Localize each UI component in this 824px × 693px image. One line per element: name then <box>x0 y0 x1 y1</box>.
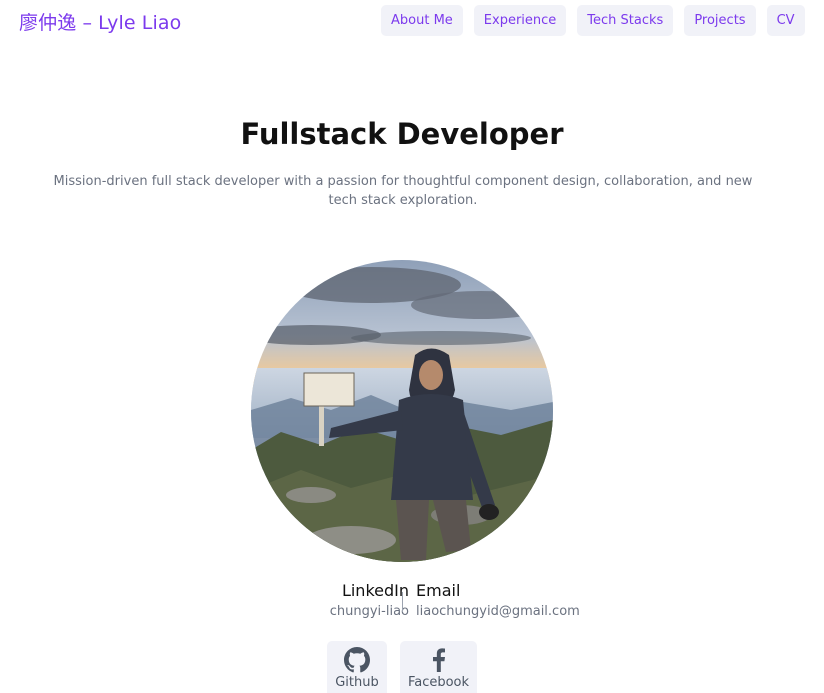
page-title: Fullstack Developer <box>240 117 564 151</box>
nav-tech-stacks[interactable]: Tech Stacks <box>577 5 674 36</box>
contact-info: LinkedIn chungyi-liao Email liaochungyid… <box>300 580 600 620</box>
social-links: Github Facebook <box>327 641 477 693</box>
linkedin-contact[interactable]: LinkedIn chungyi-liao <box>330 580 409 622</box>
site-brand[interactable]: 廖仲逸 – Lyle Liao <box>19 8 181 35</box>
nav-experience[interactable]: Experience <box>473 5 567 36</box>
linkedin-value[interactable]: chungyi-liao <box>330 602 409 622</box>
github-label: Github <box>335 675 379 690</box>
top-nav: About Me Experience Tech Stacks Projects… <box>381 5 805 36</box>
facebook-button[interactable]: Facebook <box>400 641 477 693</box>
profile-photo-illustration <box>251 260 553 562</box>
email-label: Email <box>416 581 461 600</box>
email-value[interactable]: liaochungyid@gmail.com <box>416 602 580 622</box>
page-subtitle: Mission-driven full stack developer with… <box>53 174 753 208</box>
contact-divider <box>402 592 403 612</box>
page: 廖仲逸 – Lyle Liao About Me Experience Tech… <box>0 0 824 693</box>
email-contact[interactable]: Email liaochungyid@gmail.com <box>416 580 580 622</box>
linkedin-label: LinkedIn <box>341 581 409 600</box>
github-button[interactable]: Github <box>327 641 387 693</box>
nav-cv[interactable]: CV <box>766 5 805 36</box>
nav-about-me[interactable]: About Me <box>381 5 463 36</box>
facebook-icon <box>432 647 446 673</box>
profile-photo <box>251 260 553 562</box>
facebook-label: Facebook <box>407 675 470 690</box>
github-icon <box>344 647 370 673</box>
nav-projects[interactable]: Projects <box>684 5 756 36</box>
